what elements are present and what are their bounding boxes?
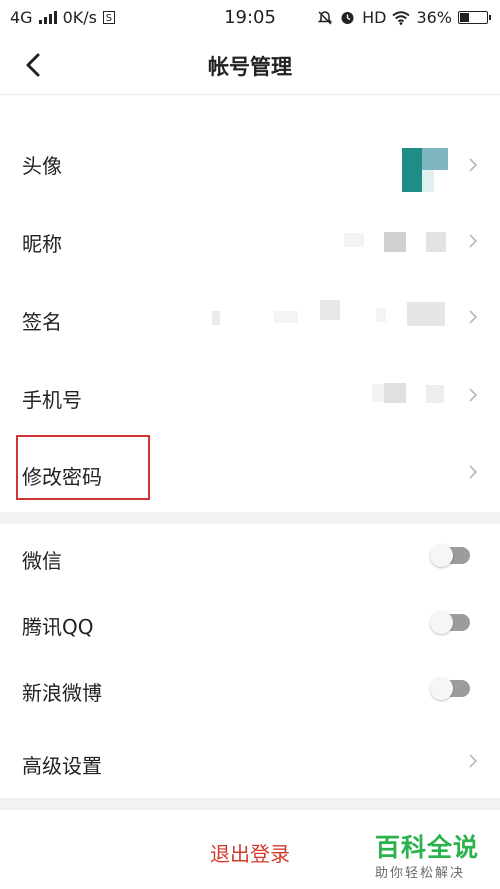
nickname-blurred [344,233,364,247]
phone-blurred [384,383,406,403]
row-wechat: 微信 [0,524,500,590]
signature-blurred [376,308,386,322]
battery-icon [458,11,491,24]
qq-toggle[interactable] [430,611,470,634]
row-qq: 腾讯QQ [0,590,500,656]
watermark-subtitle: 助你轻松解决 [375,866,466,881]
signature-blurred [212,311,220,325]
status-bar: 4G 0K/s S 19:05 HD 36% [0,0,500,34]
row-label: 腾讯QQ [22,615,94,639]
battery-percent: 36% [416,8,452,27]
alarm-icon [341,12,354,24]
row-signature[interactable]: 签名 [0,278,500,356]
row-label: 昵称 [22,232,62,256]
page-title: 帐号管理 [208,55,292,79]
signature-blurred [274,311,298,323]
row-nickname[interactable]: 昵称 [0,200,500,278]
bell-off-icon [317,10,333,25]
row-label: 手机号 [22,388,82,412]
chevron-right-icon [469,310,478,324]
section-divider [0,512,500,524]
hd-label: HD [362,8,387,27]
wifi-icon [392,10,411,25]
watermark-title: 百科全说 [375,833,480,862]
nickname-blurred [384,232,406,252]
chevron-right-icon [469,465,478,479]
row-avatar[interactable]: 头像 [0,122,500,200]
row-label: 头像 [22,154,62,178]
section-divider [0,798,500,810]
signature-blurred [320,300,340,320]
highlight-box [16,435,150,500]
status-right: HD 36% [317,8,491,27]
chevron-right-icon [469,158,478,172]
row-label: 高级设置 [22,754,102,778]
avatar-image [402,148,448,192]
nickname-blurred [426,232,446,252]
nav-bar: 帐号管理 [0,34,500,95]
row-label: 签名 [22,310,62,334]
row-weibo: 新浪微博 [0,656,500,722]
row-label: 新浪微博 [22,681,102,705]
chevron-right-icon [469,754,478,768]
row-label: 微信 [22,549,62,573]
chevron-right-icon [469,234,478,248]
row-phone[interactable]: 手机号 [0,356,500,434]
chevron-right-icon [469,388,478,402]
row-advanced-settings[interactable]: 高级设置 [0,722,500,798]
signature-blurred [407,302,445,326]
watermark: 百科全说 助你轻松解决 [375,828,495,881]
phone-blurred [426,385,444,403]
wechat-toggle[interactable] [430,544,470,567]
weibo-toggle[interactable] [430,677,470,700]
